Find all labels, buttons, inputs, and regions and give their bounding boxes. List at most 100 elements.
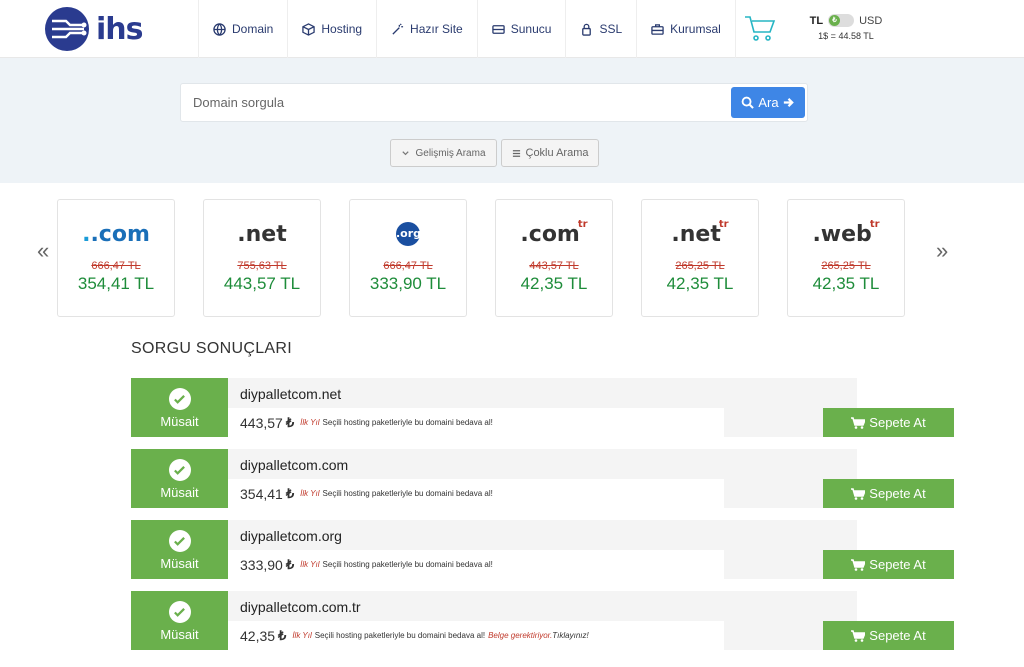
add-to-cart-button[interactable]: Sepete At xyxy=(823,550,954,579)
nav-domain[interactable]: Domain xyxy=(198,0,287,58)
status-label: Müsait xyxy=(160,414,199,429)
promo-text: Seçili hosting paketleriyle bu domaini b… xyxy=(322,560,493,569)
add-to-cart-button[interactable]: Sepete At xyxy=(823,479,954,508)
result-row: Müsait diypalletcom.com 354,41 ₺ İlk Yıl … xyxy=(131,449,954,511)
status-badge: Müsait xyxy=(131,378,228,437)
wand-icon xyxy=(392,22,404,35)
briefcase-icon xyxy=(651,23,664,35)
tld-new-price: 42,35 TL xyxy=(520,274,588,293)
cart-button[interactable] xyxy=(744,14,776,42)
add-to-cart-button[interactable]: Sepete At xyxy=(823,621,954,650)
promo-text: Seçili hosting paketleriyle bu domaini b… xyxy=(322,489,493,498)
status-label: Müsait xyxy=(160,556,199,571)
carousel-next-arrow[interactable]: » xyxy=(936,238,948,264)
logo[interactable]: ihs xyxy=(44,6,144,52)
search-icon xyxy=(742,96,755,109)
lira-symbol: ₺ xyxy=(278,627,287,643)
main-nav: Domain Hosting Hazır Site Sunucu SSL Kur… xyxy=(198,0,736,58)
cart-icon xyxy=(851,558,866,571)
list-icon xyxy=(512,149,520,157)
nav-ssl[interactable]: SSL xyxy=(565,0,636,58)
arrow-right-icon xyxy=(783,97,794,108)
nav-hosting[interactable]: Hosting xyxy=(287,0,376,58)
tld-tr-badge: tr xyxy=(577,218,588,230)
add-to-cart-label: Sepete At xyxy=(869,486,926,501)
search-box: Ara xyxy=(180,83,808,122)
promo-text: Seçili hosting paketleriyle bu domaini b… xyxy=(322,418,493,427)
nav-hazir-site[interactable]: Hazır Site xyxy=(376,0,477,58)
result-main: diypalletcom.com.tr 42,35 ₺ İlk Yıl Seçil… xyxy=(228,591,954,650)
tld-old-price: 443,57 TL xyxy=(529,260,579,272)
result-row: Müsait diypalletcom.org 333,90 ₺ İlk Yıl … xyxy=(131,520,954,582)
tld-logo: .org xyxy=(350,212,466,256)
tld-new-price: 333,90 TL xyxy=(369,274,447,293)
result-main: diypalletcom.com 354,41 ₺ İlk Yıl Seçili … xyxy=(228,449,954,508)
server-icon xyxy=(492,24,505,34)
currency-switcher: TL ₺ USD 1$ = 44.58 TL xyxy=(806,14,886,41)
tld-old-price: 265,25 TL xyxy=(821,260,871,272)
cube-icon xyxy=(302,22,316,36)
results-title: SORGU SONUÇLARI xyxy=(131,340,292,357)
tld-card-com-tr[interactable]: .com tr 443,57 TL 42,35 TL xyxy=(495,199,613,317)
lira-symbol: ₺ xyxy=(285,414,295,430)
document-required-link[interactable]: Belge gerektiriyor. xyxy=(488,631,552,640)
search-button-label: Ara xyxy=(758,95,779,110)
currency-usd[interactable]: USD xyxy=(859,15,882,27)
nav-sunucu[interactable]: Sunucu xyxy=(476,0,566,58)
search-button[interactable]: Ara xyxy=(731,87,805,118)
bulk-search-button[interactable]: Çoklu Arama xyxy=(501,139,599,167)
check-icon xyxy=(168,530,191,552)
tld-card-net-tr[interactable]: .net tr 265,25 TL 42,35 TL xyxy=(641,199,759,317)
price-line: 42,35 ₺ İlk Yıl Seçili hosting paketleriy… xyxy=(228,621,724,650)
status-label: Müsait xyxy=(160,627,199,642)
tld-old-price: 666,47 TL xyxy=(383,260,433,272)
check-icon xyxy=(168,388,191,410)
tld-old-price: 265,25 TL xyxy=(675,260,725,272)
tld-logo: .net tr xyxy=(642,212,758,256)
tld-card-web-tr[interactable]: .web tr 265,25 TL 42,35 TL xyxy=(787,199,905,317)
tld-card-com[interactable]: . .com 666,47 TL 354,41 TL xyxy=(57,199,175,317)
tld-card-org[interactable]: .org 666,47 TL 333,90 TL xyxy=(349,199,467,317)
currency-tl[interactable]: TL xyxy=(810,15,823,27)
carousel-prev-arrow[interactable]: « xyxy=(37,238,49,264)
tld-name: .net xyxy=(237,221,287,247)
status-badge: Müsait xyxy=(131,520,228,579)
result-main: diypalletcom.net 443,57 ₺ İlk Yıl Seçili … xyxy=(228,378,954,437)
top-header: ihs Domain Hosting Hazır Site Sunucu SSL… xyxy=(0,0,1024,58)
domain-search-input[interactable] xyxy=(193,84,723,121)
add-to-cart-label: Sepete At xyxy=(869,557,926,572)
year-label: İlk Yıl xyxy=(300,489,320,498)
globe-icon xyxy=(213,22,226,36)
currency-toggle[interactable]: ₺ xyxy=(828,14,855,27)
price-line: 443,57 ₺ İlk Yıl Seçili hosting paketleri… xyxy=(228,408,724,437)
currency-toggle-knob: ₺ xyxy=(829,15,841,26)
tld-tr-badge: tr xyxy=(869,218,880,230)
nav-kurumsal[interactable]: Kurumsal xyxy=(636,0,736,58)
domain-name: diypalletcom.com.tr xyxy=(240,599,361,615)
tld-card-net[interactable]: .net 755,63 TL 443,57 TL xyxy=(203,199,321,317)
nav-domain-label: Domain xyxy=(232,22,274,36)
year-label: İlk Yıl xyxy=(300,418,320,427)
domain-price: 42,35 xyxy=(240,627,276,644)
domain-price: 443,57 xyxy=(240,414,283,431)
click-here-link[interactable]: Tıklayınız! xyxy=(552,631,588,640)
logo-icon xyxy=(45,7,89,51)
tld-logo: .web tr xyxy=(788,212,904,256)
cart-icon xyxy=(851,629,866,642)
status-badge: Müsait xyxy=(131,591,228,650)
price-line: 333,90 ₺ İlk Yıl Seçili hosting paketleri… xyxy=(228,550,724,579)
tld-old-price: 755,63 TL xyxy=(237,260,287,272)
result-row: Müsait diypalletcom.com.tr 42,35 ₺ İlk Yı… xyxy=(131,591,954,653)
nav-hosting-label: Hosting xyxy=(321,22,363,36)
bulk-search-label: Çoklu Arama xyxy=(525,147,589,159)
status-badge: Müsait xyxy=(131,449,228,508)
advanced-search-button[interactable]: Gelişmiş Arama xyxy=(390,139,497,167)
nav-hazir-site-label: Hazır Site xyxy=(410,22,463,36)
check-icon xyxy=(168,459,191,481)
lock-icon xyxy=(582,23,592,36)
tld-new-price: 42,35 TL xyxy=(666,274,734,293)
add-to-cart-button[interactable]: Sepete At xyxy=(823,408,954,437)
cart-icon xyxy=(851,487,866,500)
year-label: İlk Yıl xyxy=(300,560,320,569)
tld-name: .com xyxy=(90,221,150,247)
